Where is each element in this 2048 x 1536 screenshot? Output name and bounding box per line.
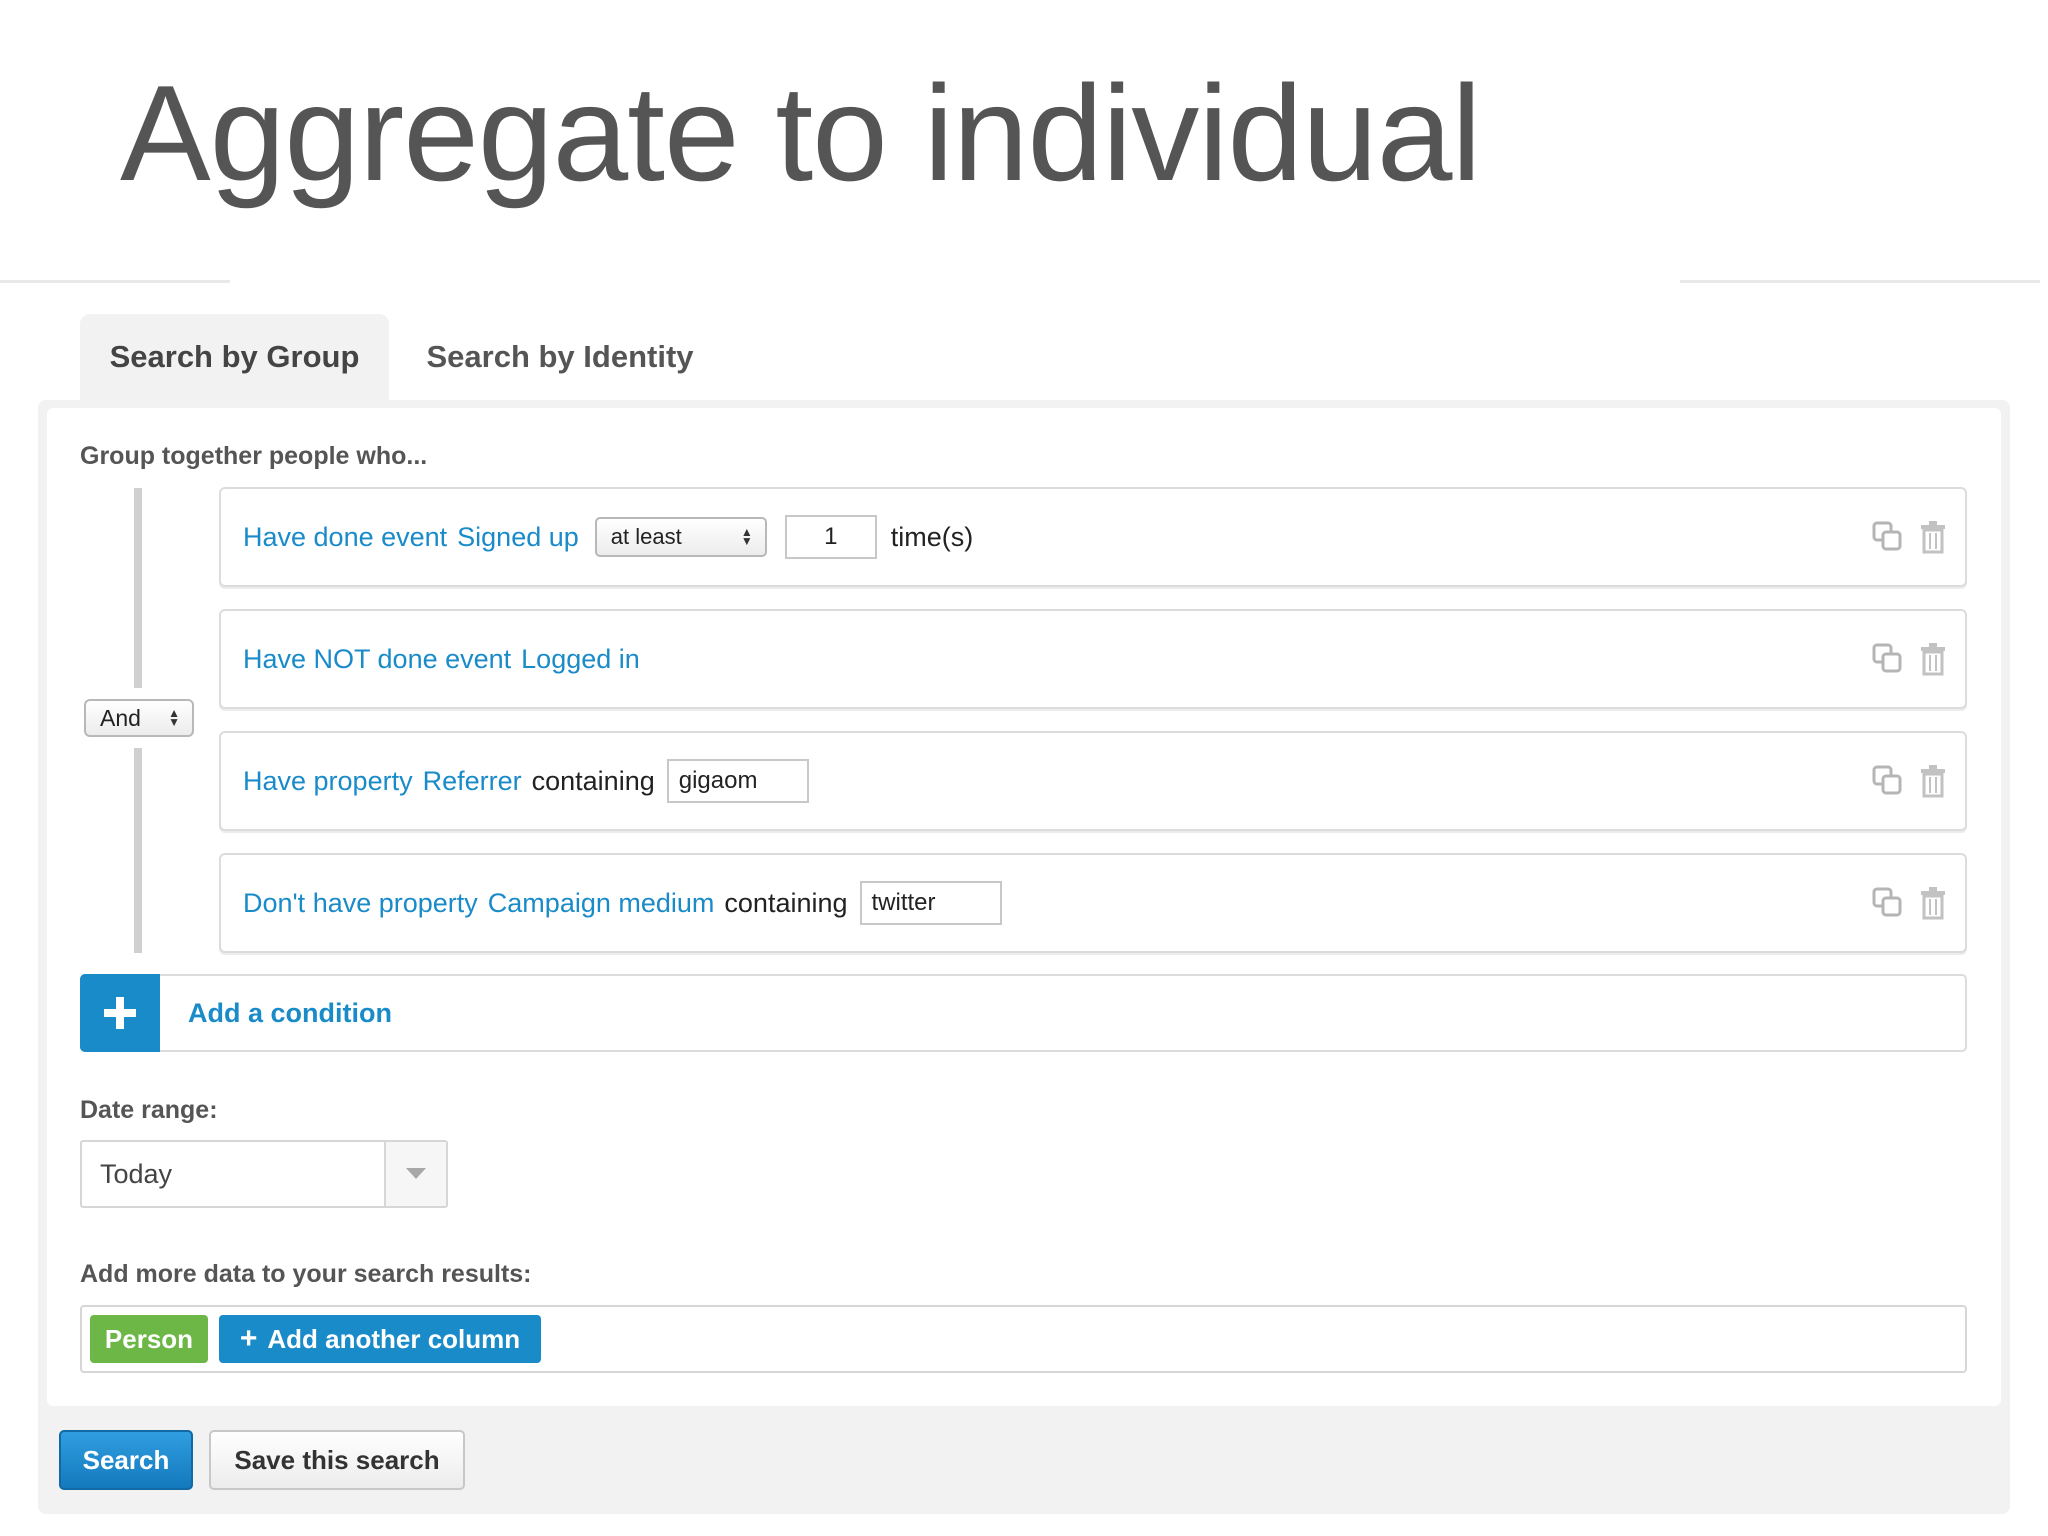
group-heading: Group together people who... <box>80 442 428 470</box>
trash-icon[interactable] <box>1919 520 1947 554</box>
select-arrows-icon: ▲ ▼ <box>168 706 180 729</box>
condition-type-link[interactable]: Don't have property <box>243 888 478 919</box>
caret-down-icon <box>384 1142 446 1206</box>
trash-icon[interactable] <box>1919 642 1947 676</box>
copy-icon[interactable] <box>1871 764 1905 798</box>
operator-value: at least <box>610 524 682 549</box>
condition-subject-link[interactable]: Referrer <box>423 766 522 797</box>
tab-search-by-group[interactable]: Search by Group <box>80 314 389 400</box>
select-arrows-icon: ▲ ▼ <box>740 525 753 548</box>
connector-line <box>134 748 142 953</box>
trash-icon[interactable] <box>1919 886 1947 920</box>
copy-icon[interactable] <box>1871 642 1905 676</box>
condition-row: Have property Referrer containing gigaom <box>219 731 1967 831</box>
copy-icon[interactable] <box>1871 520 1905 554</box>
property-value-input[interactable]: gigaom <box>666 759 809 803</box>
plus-icon <box>80 974 160 1052</box>
operator-label: containing <box>724 887 848 918</box>
operator-label: containing <box>531 765 655 796</box>
date-range-label: Date range: <box>80 1096 218 1124</box>
condition-type-link[interactable]: Have done event <box>243 522 447 553</box>
count-input[interactable]: 1 <box>784 515 877 559</box>
slide-title: Aggregate to individual <box>120 57 1482 209</box>
columns-box: Person + Add another column <box>80 1305 1967 1373</box>
add-condition-label: Add a condition <box>188 997 392 1028</box>
operator-select[interactable]: at least ▲ ▼ <box>594 517 767 557</box>
date-range-value: Today <box>100 1158 173 1189</box>
condition-row: Have NOT done event Logged in <box>219 609 1967 709</box>
condition-type-link[interactable]: Have NOT done event <box>243 644 511 675</box>
tab-search-by-identity[interactable]: Search by Identity <box>405 314 715 400</box>
condition-row: Have done event Signed up at least ▲ ▼ 1 … <box>219 487 1967 587</box>
condition-type-link[interactable]: Have property <box>243 766 413 797</box>
divider <box>1680 280 2040 283</box>
trash-icon[interactable] <box>1919 764 1947 798</box>
condition-row: Don't have property Campaign medium cont… <box>219 853 1967 953</box>
combinator-value: And <box>100 704 141 731</box>
condition-subject-link[interactable]: Logged in <box>521 644 640 675</box>
columns-label: Add more data to your search results: <box>80 1260 532 1288</box>
connector-line <box>134 488 142 688</box>
search-button[interactable]: Search <box>59 1430 193 1490</box>
add-column-label: Add another column <box>267 1323 521 1354</box>
add-condition-button[interactable]: Add a condition <box>80 974 1967 1052</box>
combinator-select[interactable]: And ▲ ▼ <box>84 699 194 737</box>
column-tag-person[interactable]: Person <box>90 1315 208 1363</box>
property-value-input[interactable]: twitter <box>859 881 1002 925</box>
date-range-select[interactable]: Today <box>80 1140 448 1208</box>
add-column-button[interactable]: + Add another column <box>219 1315 541 1363</box>
condition-subject-link[interactable]: Campaign medium <box>488 888 715 919</box>
divider <box>0 280 230 283</box>
save-search-button[interactable]: Save this search <box>209 1430 465 1490</box>
condition-subject-link[interactable]: Signed up <box>457 522 579 553</box>
plus-icon: + <box>239 1322 258 1355</box>
times-label: time(s) <box>890 521 974 552</box>
copy-icon[interactable] <box>1871 886 1905 920</box>
